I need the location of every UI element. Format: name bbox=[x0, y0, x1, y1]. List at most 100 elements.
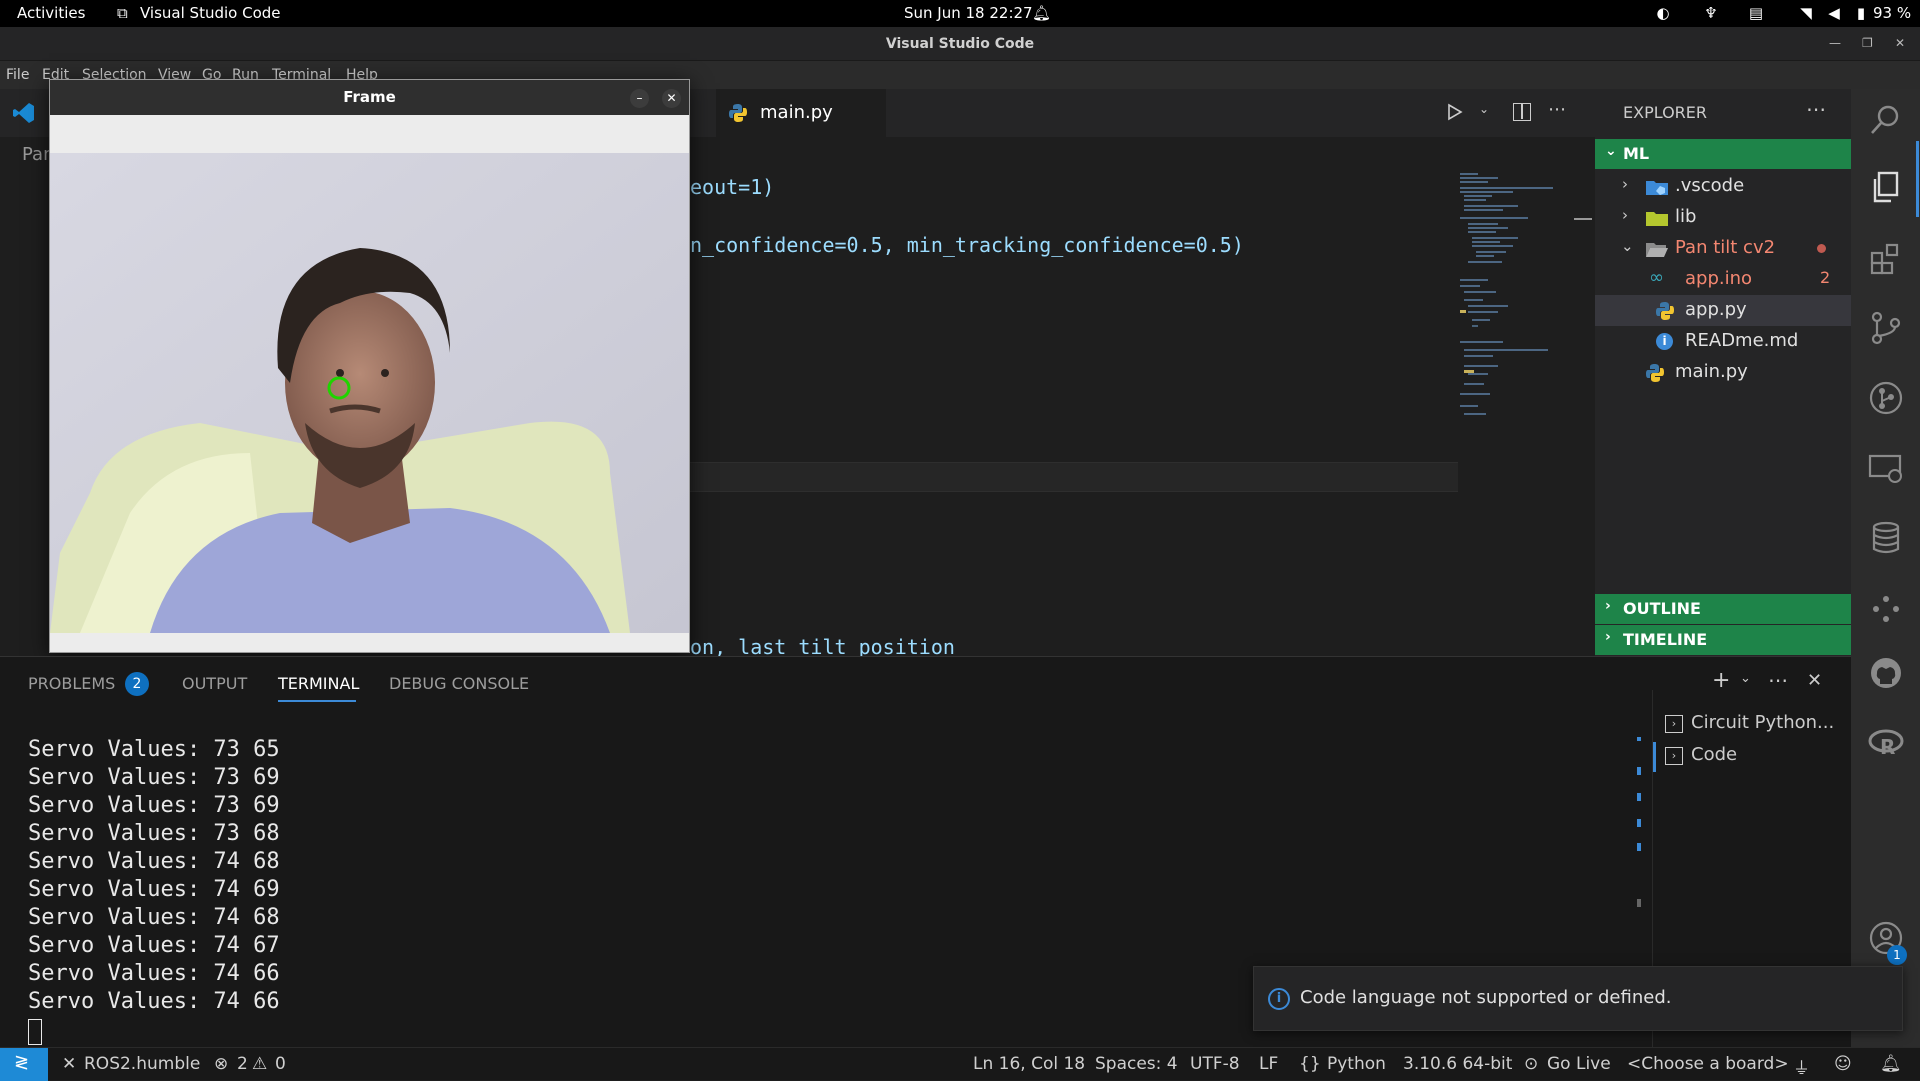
tab-main-py[interactable]: main.py bbox=[716, 89, 886, 137]
scrollbar-marker[interactable] bbox=[1574, 218, 1592, 220]
clipboard-icon[interactable]: ▤ bbox=[1747, 4, 1765, 22]
explorer-more-icon[interactable]: ⋯ bbox=[1806, 97, 1826, 121]
current-line-highlight bbox=[690, 462, 1458, 492]
search-icon[interactable] bbox=[1867, 101, 1905, 139]
extensions-icon[interactable] bbox=[1867, 239, 1905, 277]
tray-icon-2[interactable]: ♆ bbox=[1702, 4, 1720, 22]
clock[interactable]: Sun Jun 18 22:27 bbox=[904, 4, 1033, 22]
source-control-icon[interactable] bbox=[1867, 309, 1905, 347]
terminal-item-circuit-python[interactable]: › Circuit Python... bbox=[1665, 712, 1864, 740]
encoding[interactable]: UTF-8 bbox=[1190, 1054, 1240, 1074]
terminal-line: Servo Values: 74 69 bbox=[28, 877, 280, 902]
activity-bar: R 1 bbox=[1851, 89, 1920, 1047]
bell-notification-icon[interactable]: 🔔︎ bbox=[1880, 1054, 1902, 1074]
remote-icon: ≷ bbox=[14, 1052, 30, 1073]
timeline-section[interactable]: › TIMELINE bbox=[1595, 625, 1851, 655]
tree-item-vscode[interactable]: › .vscode bbox=[1595, 171, 1851, 202]
tree-label: app.py bbox=[1685, 299, 1747, 320]
broadcast-icon[interactable]: ⊙ bbox=[1524, 1054, 1538, 1074]
split-editor-icon[interactable] bbox=[1513, 103, 1531, 121]
terminal-line: Servo Values: 73 69 bbox=[28, 793, 280, 818]
run-icon[interactable] bbox=[1444, 102, 1464, 122]
minimize-icon[interactable]: — bbox=[1829, 36, 1841, 50]
code-line-1: eout=1) bbox=[690, 175, 775, 199]
ros-distro[interactable]: ROS2.humble bbox=[84, 1054, 200, 1074]
tree-item-pan-tilt-cv2[interactable]: ⌄ Pan tilt cv2 bbox=[1595, 233, 1851, 264]
tree-label: main.py bbox=[1675, 361, 1748, 382]
explorer-icon[interactable] bbox=[1867, 169, 1905, 207]
r-language-icon[interactable]: R bbox=[1867, 724, 1905, 762]
frame-minimize-icon[interactable]: – bbox=[630, 89, 649, 108]
outline-section[interactable]: › OUTLINE bbox=[1595, 594, 1851, 624]
tree-item-lib[interactable]: › lib bbox=[1595, 202, 1851, 233]
warning-icon[interactable]: ⚠ bbox=[252, 1054, 267, 1074]
warning-count[interactable]: 0 bbox=[275, 1054, 286, 1074]
active-indicator bbox=[1916, 141, 1919, 217]
close-panel-icon[interactable]: ✕ bbox=[1807, 670, 1822, 691]
tree-item-main-py[interactable]: main.py bbox=[1595, 357, 1851, 388]
frame-title-bar[interactable]: Frame – ✕ bbox=[50, 80, 689, 115]
git-graph-icon[interactable] bbox=[1867, 379, 1905, 417]
remote-explorer-icon[interactable] bbox=[1867, 449, 1905, 487]
copilot-icon[interactable]: ☺ bbox=[1834, 1054, 1852, 1074]
tree-item-readme[interactable]: i READme.md bbox=[1595, 326, 1851, 357]
close-window-icon[interactable]: ✕ bbox=[1895, 36, 1905, 50]
workspace-root-ml[interactable]: ⌄ ML bbox=[1595, 139, 1851, 169]
terminal-item-label: Circuit Python... bbox=[1691, 712, 1835, 733]
terminal-item-code[interactable]: › Code bbox=[1665, 744, 1850, 772]
system-top-bar: Activities ⧉ Visual Studio Code Sun Jun … bbox=[0, 0, 1920, 27]
tree-label: app.ino bbox=[1685, 268, 1753, 289]
indentation[interactable]: Spaces: 4 bbox=[1095, 1054, 1178, 1074]
terminal-line: Servo Values: 73 65 bbox=[28, 737, 280, 762]
outline-label: OUTLINE bbox=[1623, 599, 1701, 618]
frame-close-icon[interactable]: ✕ bbox=[662, 89, 681, 108]
tab-problems[interactable]: PROBLEMS bbox=[28, 674, 115, 693]
chevron-right-icon: › bbox=[1622, 206, 1628, 224]
braces-icon[interactable]: {} bbox=[1299, 1054, 1321, 1074]
tree-item-app-py[interactable]: app.py bbox=[1595, 295, 1851, 326]
wifi-icon[interactable]: ◥ bbox=[1797, 4, 1815, 22]
menu-file[interactable]: File bbox=[6, 67, 29, 83]
remote-indicator[interactable]: ≷ bbox=[0, 1048, 48, 1081]
terminal-dropdown-icon[interactable]: ⌄ bbox=[1740, 671, 1751, 686]
board-selector[interactable]: <Choose a board> bbox=[1627, 1054, 1789, 1074]
battery-icon[interactable]: ▮ bbox=[1852, 4, 1870, 22]
cursor-position[interactable]: Ln 16, Col 18 bbox=[973, 1054, 1085, 1074]
battery-percent[interactable]: 93 % bbox=[1873, 4, 1911, 22]
activities-button[interactable]: Activities bbox=[17, 4, 85, 22]
error-icon[interactable]: ⊗ bbox=[214, 1054, 228, 1074]
panel-more-icon[interactable]: ⋯ bbox=[1768, 668, 1788, 692]
plug-icon[interactable]: ⏚ bbox=[1793, 1054, 1810, 1079]
svg-text:R: R bbox=[1880, 735, 1895, 759]
tab-terminal[interactable]: TERMINAL bbox=[278, 674, 359, 693]
database-icon[interactable] bbox=[1867, 519, 1905, 557]
close-x-icon[interactable]: ✕ bbox=[62, 1054, 76, 1074]
tab-output[interactable]: OUTPUT bbox=[182, 674, 247, 693]
restore-icon[interactable]: ❐ bbox=[1862, 36, 1873, 50]
focused-app-name[interactable]: Visual Studio Code bbox=[140, 4, 281, 22]
go-live[interactable]: Go Live bbox=[1547, 1054, 1611, 1074]
terminal-line: Servo Values: 74 66 bbox=[28, 961, 280, 986]
line-ending[interactable]: LF bbox=[1259, 1054, 1278, 1074]
terminal-cursor[interactable] bbox=[28, 1019, 42, 1045]
notification-message: Code language not supported or defined. bbox=[1300, 987, 1672, 1008]
volume-icon[interactable]: ◀︎ bbox=[1825, 4, 1843, 22]
tray-icon-1[interactable]: ◐ bbox=[1654, 4, 1672, 22]
tab-debug-console[interactable]: DEBUG CONSOLE bbox=[389, 674, 529, 693]
run-dropdown-icon[interactable]: ⌄ bbox=[1479, 102, 1489, 116]
ros-icon[interactable] bbox=[1867, 589, 1905, 627]
language-mode[interactable]: Python bbox=[1327, 1054, 1386, 1074]
tree-item-app-ino[interactable]: ∞ app.ino 2 bbox=[1595, 264, 1851, 295]
chevron-right-icon: › bbox=[1622, 175, 1628, 193]
python-interpreter[interactable]: 3.10.6 64-bit bbox=[1403, 1054, 1512, 1074]
notification-toast[interactable]: i Code language not supported or defined… bbox=[1253, 966, 1903, 1031]
more-actions-icon[interactable]: ⋯ bbox=[1548, 99, 1566, 120]
error-count[interactable]: 2 bbox=[237, 1054, 248, 1074]
frame-title: Frame bbox=[343, 88, 396, 106]
minimap[interactable] bbox=[1458, 170, 1578, 440]
github-icon[interactable] bbox=[1867, 654, 1905, 692]
frame-window[interactable]: Frame – ✕ bbox=[49, 79, 690, 653]
tree-label: .vscode bbox=[1675, 175, 1745, 196]
tab-label: main.py bbox=[760, 102, 833, 123]
python-icon bbox=[1646, 364, 1664, 382]
